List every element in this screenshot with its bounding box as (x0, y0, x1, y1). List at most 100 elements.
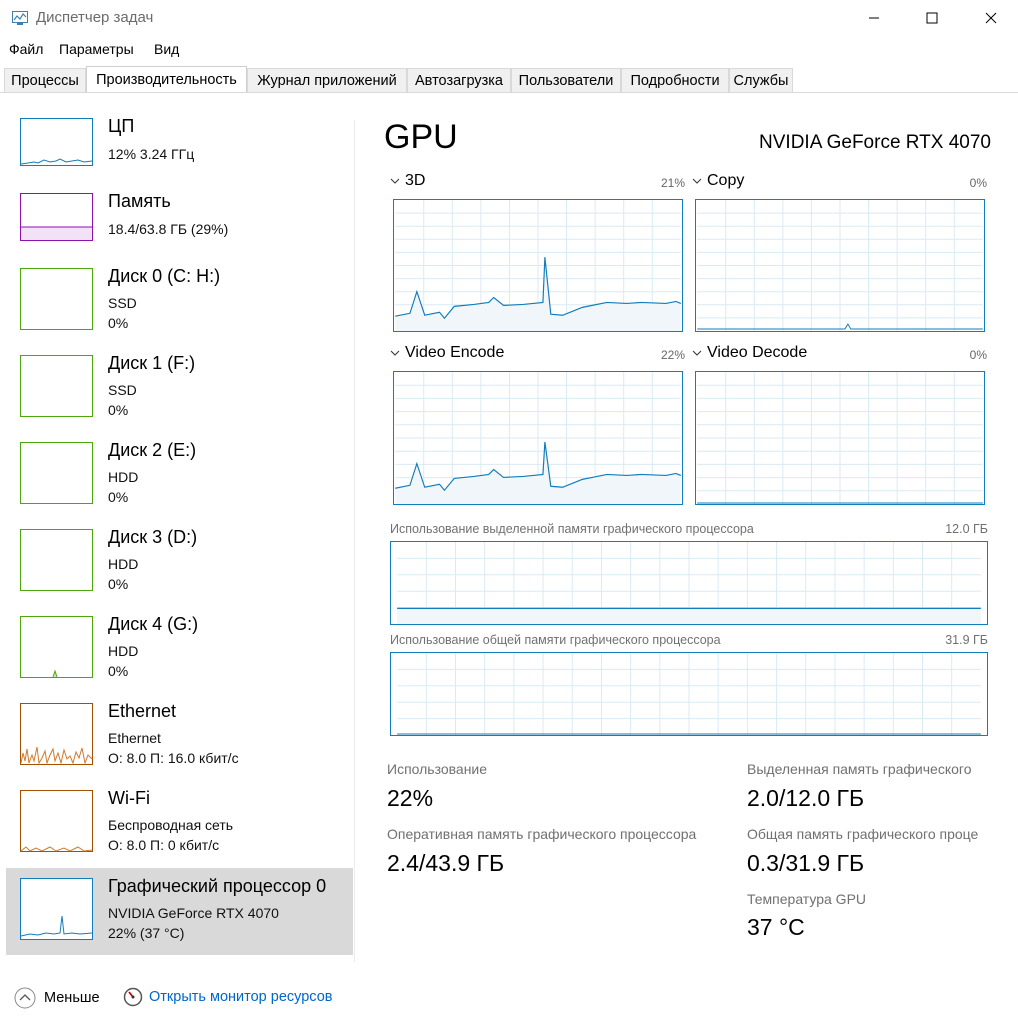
disk-thumbnail-graph (20, 268, 93, 330)
graph-dedicated-memory (390, 541, 988, 625)
fewer-details-button[interactable]: Меньше (14, 987, 100, 1009)
engine-label: 3D (405, 172, 426, 189)
sidebar-detail: Беспроводная сеть (108, 817, 234, 833)
sidebar-detail: 0% (108, 576, 129, 592)
resource-monitor-label: Открыть монитор ресурсов (149, 989, 333, 1005)
sidebar-title: Ethernet (108, 701, 177, 721)
menu-options[interactable]: Параметры (59, 41, 134, 57)
sidebar-detail: 0% (108, 402, 129, 418)
shared-memory-label: Использование общей памяти графического … (390, 633, 721, 647)
close-icon (985, 12, 997, 24)
engine-percent: 21% (660, 176, 685, 190)
sidebar-detail: HDD (108, 469, 139, 485)
wifi-thumbnail-graph (20, 790, 93, 852)
graph-shared-memory (390, 652, 988, 736)
menu-view[interactable]: Вид (154, 41, 179, 57)
task-manager-icon (12, 11, 28, 25)
graph-video-decode (695, 371, 985, 505)
chevron-down-icon (390, 178, 400, 184)
tab-services[interactable]: Службы (729, 68, 793, 92)
sidebar-item-memory[interactable]: Память 18.4/63.8 ГБ (29%) (6, 183, 353, 270)
sidebar-title: Диск 4 (G:) (108, 614, 199, 634)
tab-performance[interactable]: Производительность (86, 66, 247, 92)
sidebar-title: Диск 1 (F:) (108, 353, 196, 373)
chevron-down-icon (390, 350, 400, 356)
cpu-thumbnail-graph (20, 118, 93, 166)
sidebar-detail: Ethernet (108, 730, 161, 746)
engine-percent: 0% (969, 348, 987, 362)
sidebar-detail: HDD (108, 556, 139, 572)
dedicated-memory-max: 12.0 ГБ (945, 522, 988, 536)
chevron-down-icon (692, 178, 702, 184)
tab-processes[interactable]: Процессы (4, 68, 86, 92)
disk-thumbnail-graph (20, 529, 93, 591)
sidebar-item-ethernet[interactable]: Ethernet Ethernet О: 8.0 П: 16.0 кбит/с (6, 693, 353, 780)
memory-thumbnail-graph (20, 193, 93, 241)
sidebar-detail: 0% (108, 663, 129, 679)
sidebar-detail: 0% (108, 489, 129, 505)
shared-memory-max: 31.9 ГБ (945, 633, 988, 647)
shared-memory-stat-label: Общая память графического проце (747, 826, 979, 842)
sidebar-detail: SSD (108, 295, 137, 311)
sidebar-title: Диск 2 (E:) (108, 440, 197, 460)
tab-users[interactable]: Пользователи (511, 68, 621, 92)
tab-details[interactable]: Подробности (621, 68, 729, 92)
sidebar-title: Память (108, 191, 171, 211)
sidebar-item-disk-2[interactable]: Диск 2 (E:) HDD 0% (6, 432, 353, 519)
maximize-button[interactable] (909, 0, 955, 36)
page-title: GPU (384, 118, 458, 156)
panel-separator (354, 120, 355, 962)
close-button[interactable] (968, 0, 1014, 36)
sidebar-detail: О: 8.0 П: 16.0 кбит/с (108, 750, 239, 766)
tab-startup[interactable]: Автозагрузка (407, 68, 511, 92)
sidebar-detail: SSD (108, 382, 137, 398)
sidebar-title: Графический процессор 0 (108, 876, 327, 896)
gpu-memory-stat-label: Оперативная память графического процессо… (387, 826, 697, 842)
sidebar-item-disk-3[interactable]: Диск 3 (D:) HDD 0% (6, 519, 353, 606)
sidebar-item-disk-4[interactable]: Диск 4 (G:) HDD 0% (6, 606, 353, 693)
disk-thumbnail-graph (20, 355, 93, 417)
fewer-details-label: Меньше (44, 990, 100, 1006)
engine-selector-video-encode[interactable]: Video Encode (390, 344, 504, 362)
sidebar-title: Wi-Fi (108, 788, 150, 808)
gpu-temperature-label: Температура GPU (747, 891, 867, 907)
sidebar-title: ЦП (108, 116, 135, 136)
disk-thumbnail-graph (20, 616, 93, 678)
dedicated-memory-stat-label: Выделенная память графического (747, 761, 972, 777)
engine-selector-3d[interactable]: 3D (390, 172, 425, 190)
engine-selector-copy[interactable]: Copy (692, 172, 744, 190)
sidebar-item-wifi[interactable]: Wi-Fi Беспроводная сеть О: 8.0 П: 0 кбит… (6, 780, 353, 867)
sidebar-item-gpu-0[interactable]: Графический процессор 0 NVIDIA GeForce R… (6, 868, 353, 955)
window-title: Диспетчер задач (36, 9, 154, 26)
menu-file[interactable]: Файл (9, 41, 43, 57)
sidebar-item-cpu[interactable]: ЦП 12% 3.24 ГГц (6, 108, 353, 195)
sidebar-title: Диск 0 (C: H:) (108, 266, 221, 286)
sidebar-detail: HDD (108, 643, 139, 659)
utilization-label: Использование (387, 761, 488, 777)
ethernet-thumbnail-graph (20, 703, 93, 765)
gpu-device-name: NVIDIA GeForce RTX 4070 (759, 132, 991, 153)
engine-selector-video-decode[interactable]: Video Decode (692, 344, 807, 362)
minimize-icon (869, 17, 879, 19)
tab-divider (0, 92, 1018, 93)
tab-app-history[interactable]: Журнал приложений (247, 68, 407, 92)
sidebar-item-disk-0[interactable]: Диск 0 (C: H:) SSD 0% (6, 258, 353, 345)
minimize-button[interactable] (851, 0, 897, 36)
dedicated-memory-label: Использование выделенной памяти графичес… (390, 522, 754, 536)
tab-strip: Процессы Производительность Журнал прило… (0, 66, 1018, 93)
resource-sidebar: ЦП 12% 3.24 ГГц Память 18.4/63.8 ГБ (29%… (0, 108, 355, 960)
gpu-temperature-value: 37 °C (747, 914, 805, 940)
resource-monitor-link[interactable]: Открыть монитор ресурсов (123, 987, 332, 1007)
sidebar-detail: NVIDIA GeForce RTX 4070 (108, 905, 279, 921)
sidebar-item-disk-1[interactable]: Диск 1 (F:) SSD 0% (6, 345, 353, 432)
sidebar-detail: О: 8.0 П: 0 кбит/с (108, 837, 220, 853)
sidebar-detail: 18.4/63.8 ГБ (29%) (108, 221, 229, 237)
chevron-down-icon (692, 350, 702, 356)
engine-percent: 22% (660, 348, 685, 362)
resource-monitor-icon (123, 987, 143, 1007)
graph-3d (393, 199, 683, 332)
gpu-thumbnail-graph (20, 878, 93, 940)
gpu-memory-stat-value: 2.4/43.9 ГБ (387, 850, 505, 876)
sidebar-detail: 22% (37 °C) (108, 925, 185, 941)
title-bar: Диспетчер задач (0, 0, 1018, 36)
